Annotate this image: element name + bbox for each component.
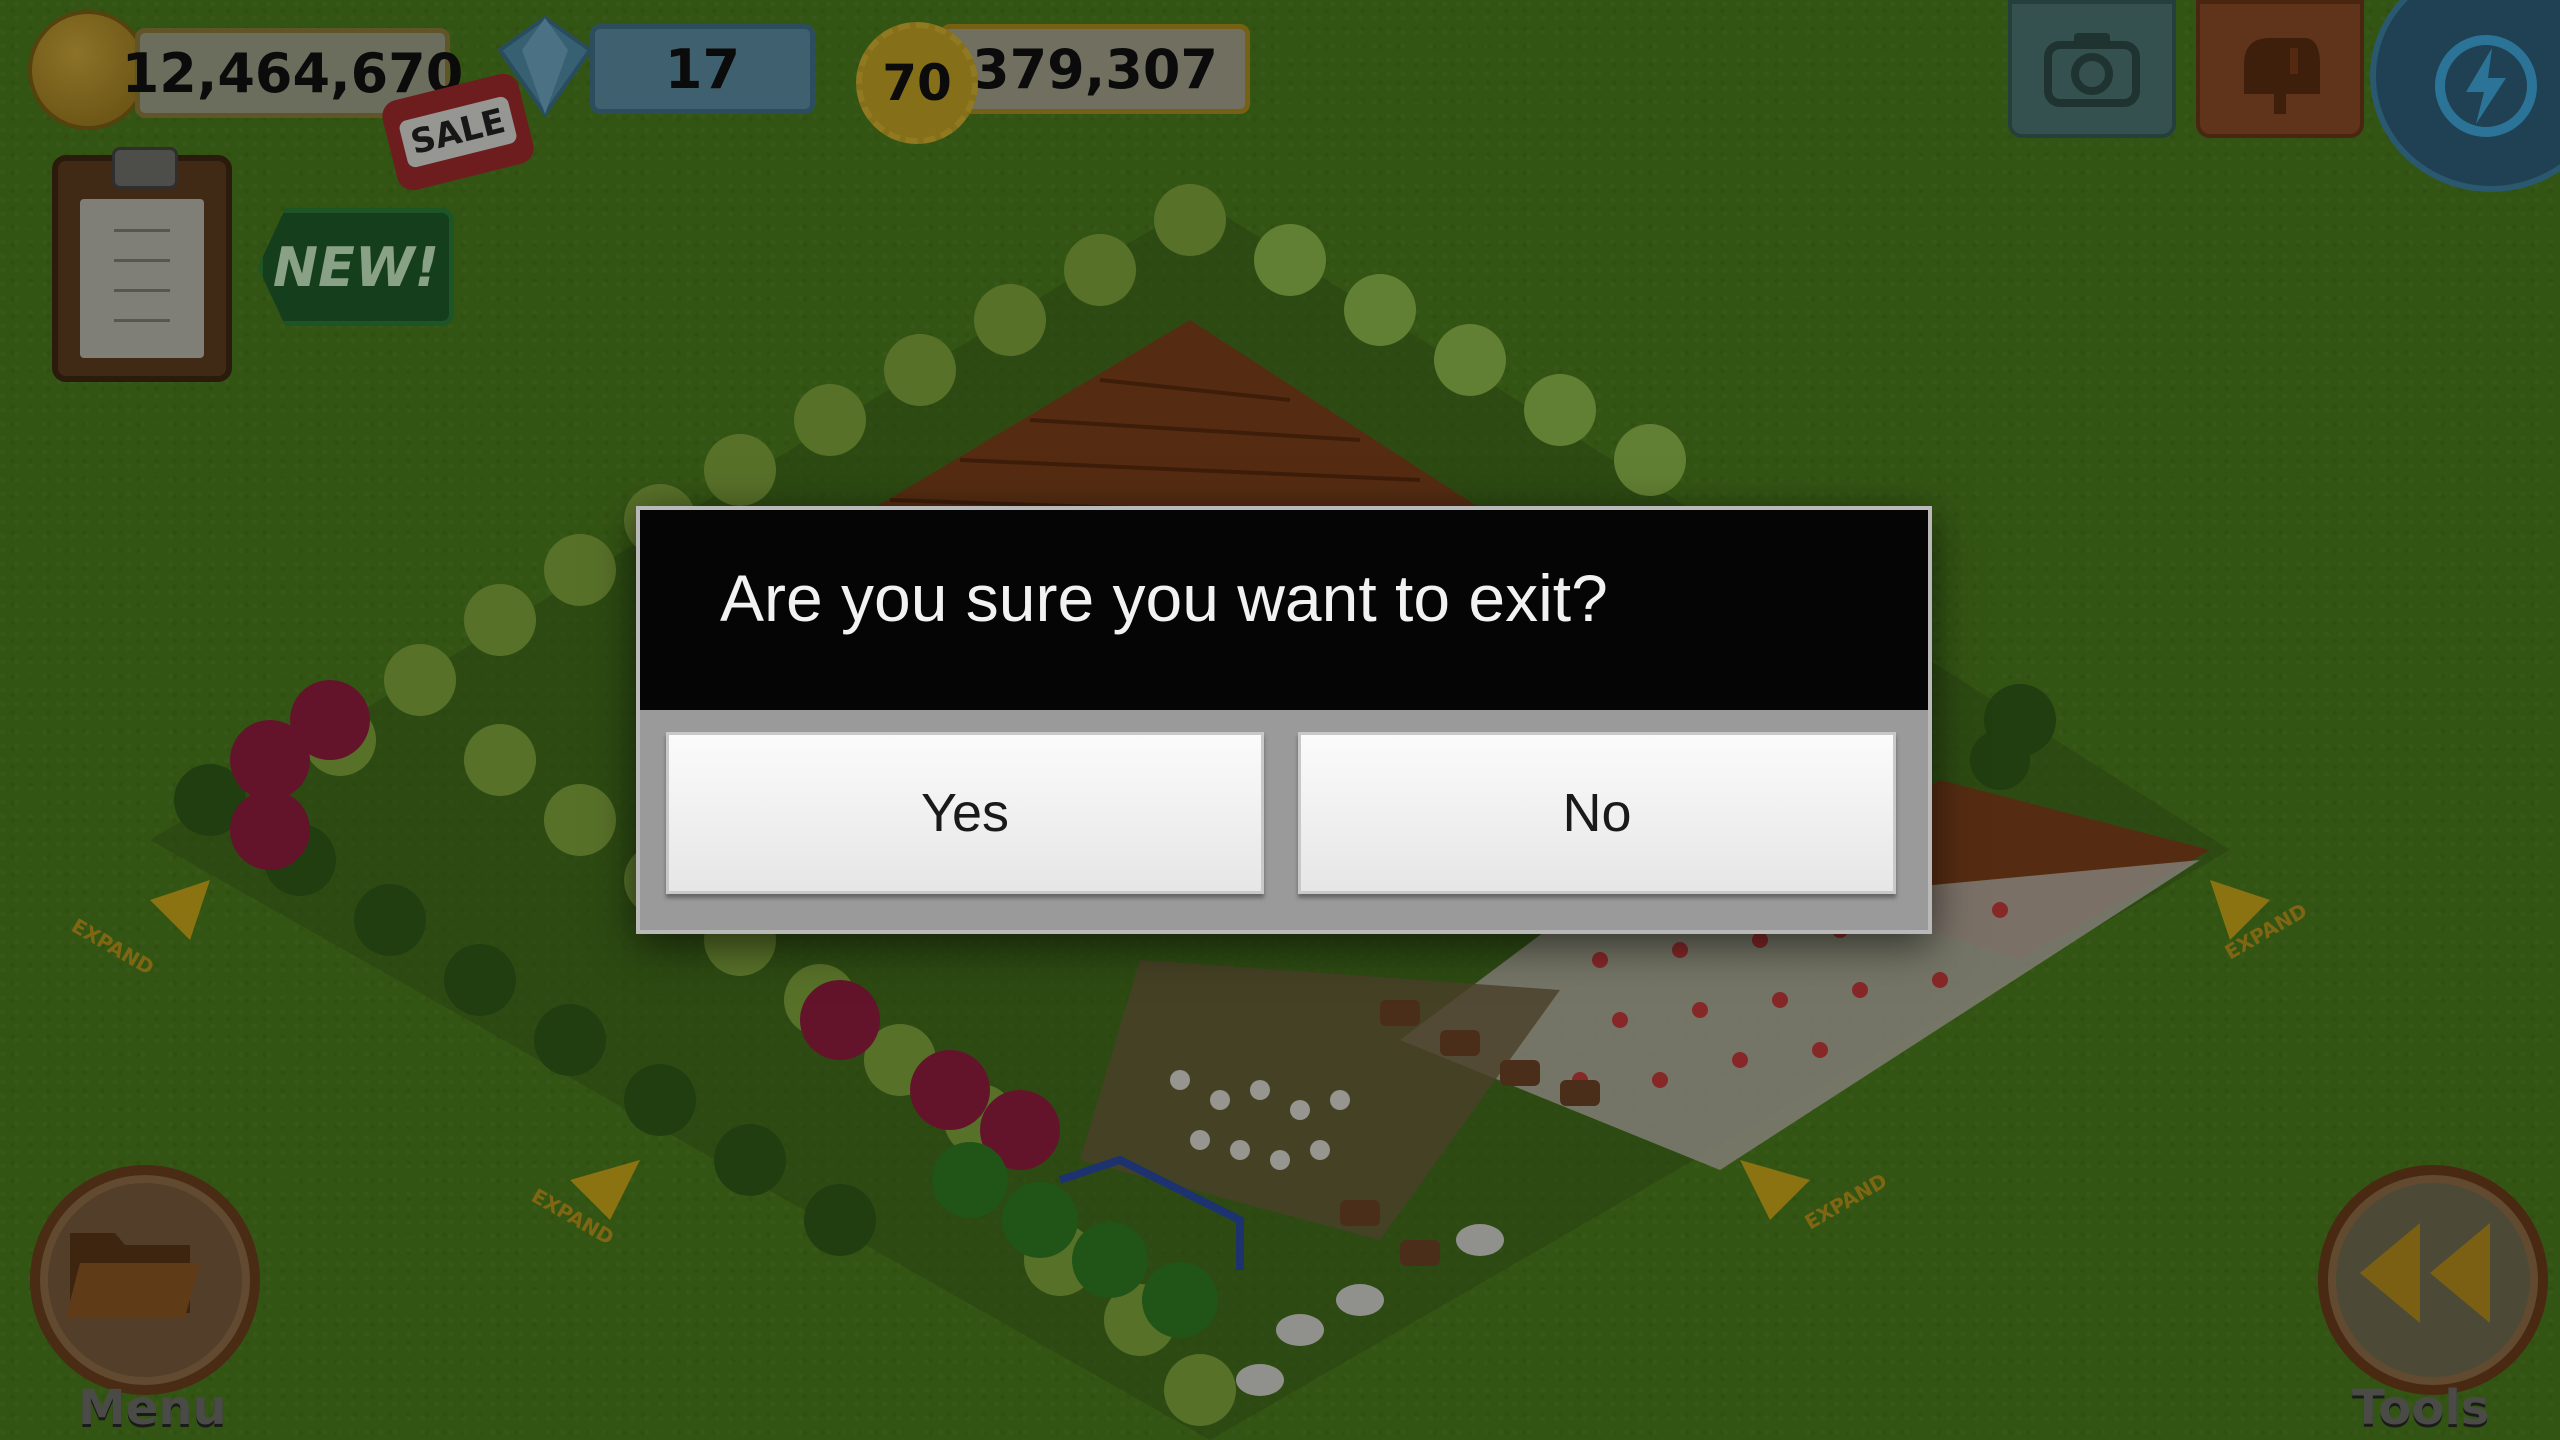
no-button-label: No: [1562, 783, 1632, 843]
dialog-header: Are you sure you want to exit?: [640, 510, 1928, 710]
game-screen: EXPAND EXPAND EXPAND EXPAND 12,464,670 1…: [0, 0, 2560, 1440]
yes-button[interactable]: Yes: [666, 732, 1264, 894]
exit-confirm-dialog: Are you sure you want to exit? Yes No: [636, 506, 1932, 934]
no-button[interactable]: No: [1298, 732, 1896, 894]
yes-button-label: Yes: [920, 783, 1010, 843]
dialog-message: Are you sure you want to exit?: [720, 561, 1608, 635]
